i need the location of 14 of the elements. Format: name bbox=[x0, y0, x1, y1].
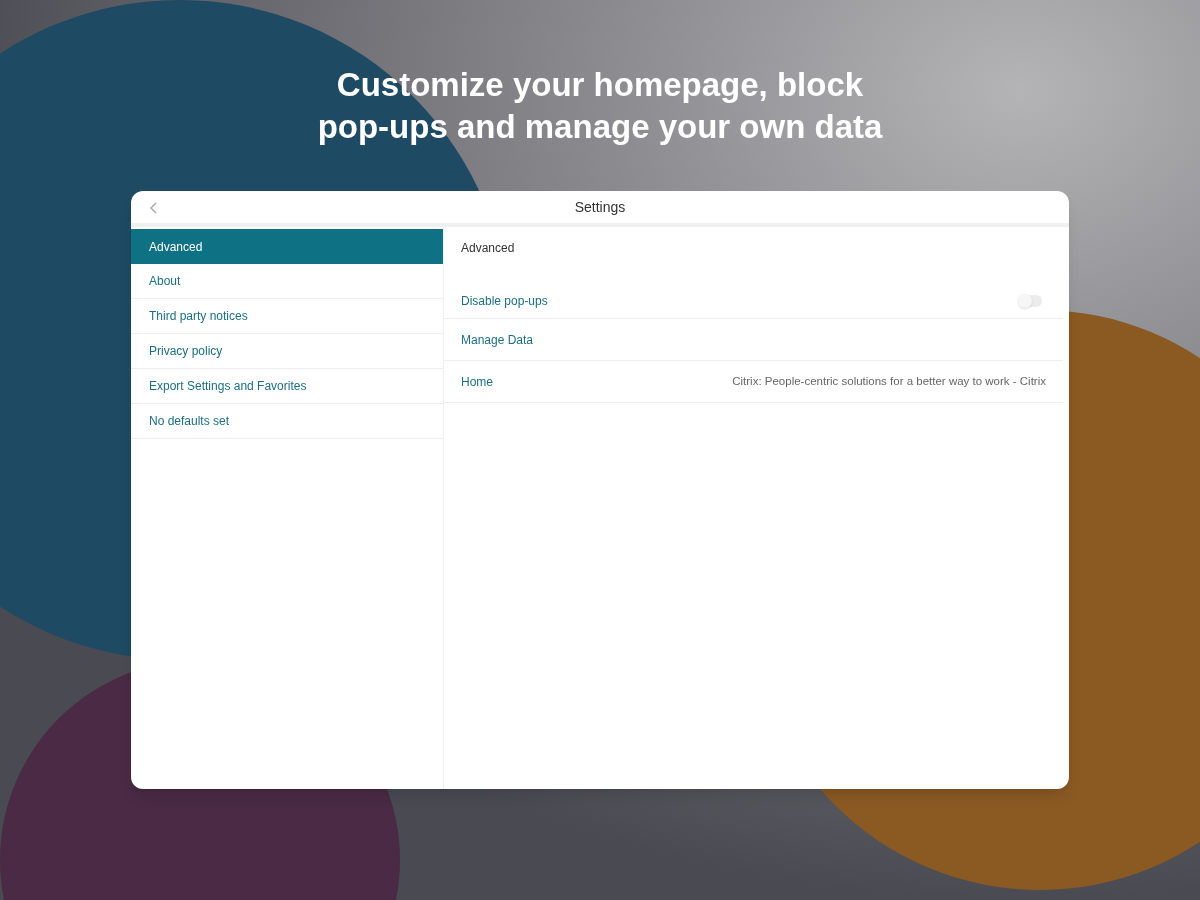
settings-row[interactable]: Manage Data bbox=[444, 319, 1063, 361]
sidebar-item[interactable]: About bbox=[131, 264, 443, 299]
window-title: Settings bbox=[574, 197, 626, 217]
sidebar-item[interactable]: No defaults set bbox=[131, 404, 443, 439]
setting-label: Home bbox=[461, 373, 493, 391]
toggle-switch[interactable] bbox=[1018, 294, 1042, 307]
sidebar-item[interactable]: Privacy policy bbox=[131, 334, 443, 369]
sidebar-item[interactable]: Export Settings and Favorites bbox=[131, 369, 443, 404]
back-icon[interactable] bbox=[149, 202, 157, 214]
section-title: Advanced bbox=[461, 240, 515, 257]
setting-label: Disable pop-ups bbox=[461, 292, 548, 310]
sidebar-item[interactable]: Advanced bbox=[131, 229, 443, 264]
setting-value: Citrix: People-centric solutions for a better way to work - Citrix bbox=[732, 373, 1046, 389]
sidebar-item[interactable]: Third party notices bbox=[131, 299, 443, 334]
